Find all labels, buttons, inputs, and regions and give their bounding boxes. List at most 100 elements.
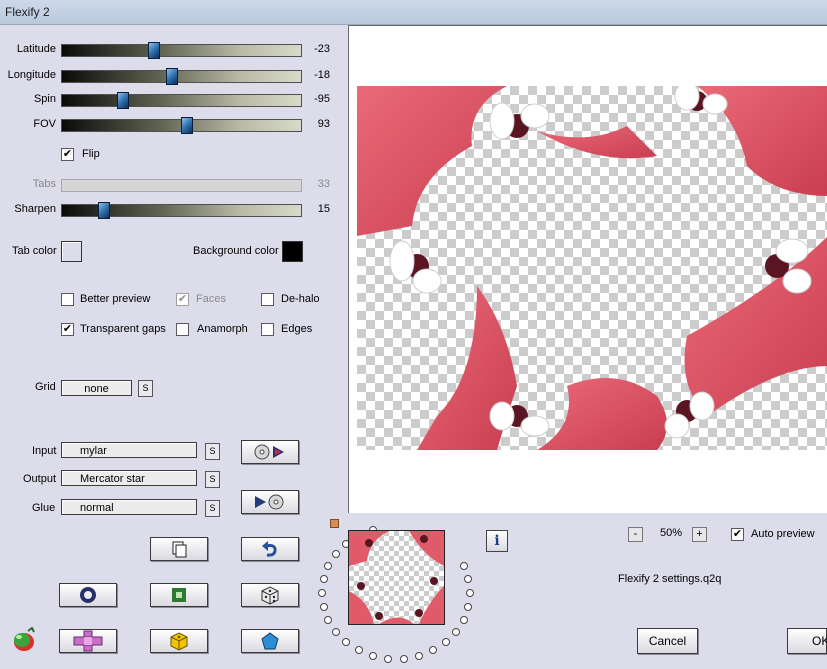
ok-button[interactable]: OK [787,628,827,654]
ring-dot[interactable] [384,654,393,663]
grid-select[interactable]: none [61,380,132,396]
slider-value: 93 [317,118,330,130]
slider-track[interactable] [61,117,302,134]
input-select[interactable]: mylar [61,442,197,458]
ring-icon [80,587,96,603]
title-bar: Flexify 2 [0,0,827,25]
output-label: Output [23,473,57,485]
slider-thumb[interactable] [165,68,178,85]
edges-checkbox[interactable] [261,323,274,336]
ring-dot[interactable] [355,646,363,655]
better-preview-checkbox[interactable] [61,293,74,306]
grid-label: Grid [35,381,56,393]
cube-shape-button[interactable] [150,629,208,653]
tab-color-swatch[interactable] [61,241,82,262]
pentagon-icon [261,632,279,650]
load-preset-button[interactable] [241,440,299,464]
slider-label: Tabs [32,178,56,190]
glue-s-button[interactable]: S [205,500,220,517]
output-s-button[interactable]: S [205,471,220,488]
transparent-gaps-checkbox[interactable]: ✔ [61,323,74,336]
undo-button[interactable] [241,537,299,561]
ring-dot[interactable] [324,562,333,571]
check-mark-icon: ✔ [732,528,743,540]
slider-value: 33 [317,178,330,190]
slider-label: Latitude [16,43,56,55]
de-halo-label: De-halo [281,293,320,305]
ring-dot[interactable] [414,651,423,660]
pentagon-shape-button[interactable] [241,629,299,653]
input-s-button[interactable]: S [205,443,220,460]
ring-dot[interactable] [464,602,473,611]
zoom-level: 50% [659,527,683,539]
slider-track[interactable] [61,68,302,85]
randomize-button[interactable] [241,583,299,607]
slider-thumb[interactable] [116,92,129,109]
slider-thumb[interactable] [147,42,160,59]
edges-label: Edges [281,323,313,335]
navigator-thumbnail[interactable] [348,530,445,625]
anamorph-checkbox[interactable] [176,323,189,336]
anamorph-label: Anamorph [197,323,248,335]
slider-track[interactable] [61,42,302,59]
ring-dot[interactable] [342,638,351,647]
ring-dot[interactable] [324,615,333,624]
save-preset-button[interactable] [241,490,299,514]
background-color-label: Background color [193,245,279,257]
slider-track[interactable] [61,202,302,219]
preview-image [357,81,827,450]
ring-dot[interactable] [429,646,437,655]
ring-dot[interactable] [466,589,474,597]
flip-label: Flip [82,148,100,160]
undo-arrow-icon [262,541,277,557]
slider-track[interactable] [61,92,302,109]
ring-dot[interactable] [369,651,378,660]
flip-checkbox[interactable]: ✔ [61,148,74,161]
grid-s-button[interactable]: S [138,380,153,397]
output-select[interactable]: Mercator star [61,470,197,486]
preview-area[interactable] [348,25,827,513]
circle-shape-button[interactable] [59,583,117,607]
disc-save-icon [255,494,284,510]
faces-checkbox[interactable]: ✔ [176,293,189,306]
settings-filename: Flexify 2 settings.q2q [618,573,722,585]
check-mark-icon: ✔ [62,323,73,335]
slider-thumb[interactable] [97,202,110,219]
input-label: Input [32,445,57,457]
slider-thumb[interactable] [181,117,194,134]
ring-dot[interactable] [459,562,468,571]
copy-icon [172,541,187,558]
transparent-gaps-label: Transparent gaps [80,323,166,335]
ring-dot[interactable] [459,615,468,624]
ring-dot[interactable] [332,550,341,559]
ring-dot[interactable] [441,638,450,647]
cancel-button[interactable]: Cancel [637,628,698,654]
ring-dot[interactable] [399,654,408,663]
ring-dot[interactable] [319,602,328,611]
ring-dot[interactable] [332,627,341,636]
navigator-handle[interactable] [330,519,339,528]
ring-dot[interactable] [319,575,328,584]
slider-value: -23 [314,43,330,55]
zoom-out-button[interactable]: - [628,527,643,542]
background-color-swatch[interactable] [282,241,303,262]
auto-preview-checkbox[interactable]: ✔ [731,528,744,541]
slider-label: Sharpen [14,203,56,215]
auto-preview-label: Auto preview [751,528,815,540]
glue-select[interactable]: normal [61,499,197,515]
square-shape-button[interactable] [150,583,208,607]
de-halo-checkbox[interactable] [261,293,274,306]
zoom-in-button[interactable]: + [692,527,707,542]
slider-track[interactable] [61,179,302,192]
cross-shape-button[interactable] [59,629,117,653]
window-title: Flexify 2 [5,5,50,19]
copy-button[interactable] [150,537,208,561]
info-button[interactable]: i [486,530,508,552]
slider-label: Longitude [7,69,56,81]
ring-dot[interactable] [451,627,460,636]
ring-dot[interactable] [318,589,326,597]
cross-cube-icon [73,630,103,652]
slider-label: Spin [33,93,56,105]
disc-load-icon [254,444,284,460]
ring-dot[interactable] [464,575,473,584]
